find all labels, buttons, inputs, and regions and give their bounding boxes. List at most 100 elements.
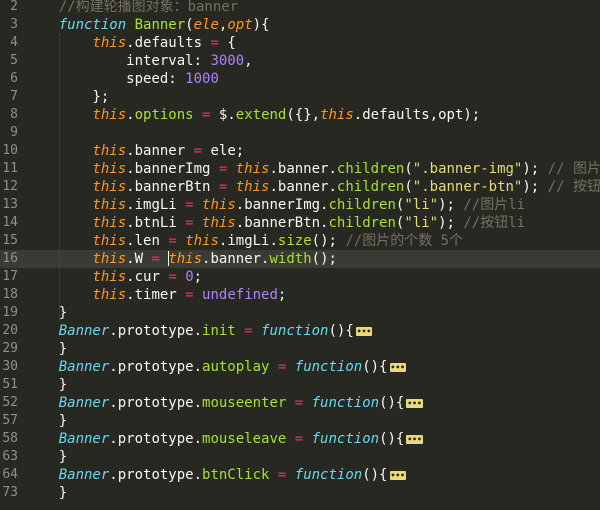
code-text: ); — [438, 197, 464, 213]
line-number: 58 — [2, 431, 18, 446]
code-line[interactable]: 2 //构建轮播图对象：banner — [0, 0, 600, 16]
line-number: 64 — [2, 467, 18, 482]
class-name: Banner — [58, 323, 110, 339]
code-content: } — [25, 376, 67, 394]
code-content: } — [25, 448, 67, 466]
fold-marker-icon[interactable]: ••• — [406, 398, 423, 408]
code-line[interactable]: 18 this.timer = undefined; — [0, 286, 600, 304]
code-line[interactable]: 7 }; — [0, 88, 600, 106]
line-number: 16 — [2, 251, 18, 266]
operator: = — [185, 287, 194, 303]
function-name: Banner — [134, 17, 186, 33]
function-name: init — [202, 323, 236, 339]
function-name: mouseenter — [202, 395, 287, 411]
code-line[interactable]: 20 Banner.prototype.init = function(){••… — [0, 322, 600, 340]
code-line[interactable]: 11 this.bannerImg = this.banner.children… — [0, 160, 600, 178]
line-number: 29 — [2, 341, 18, 356]
line-number: 11 — [2, 161, 18, 176]
fold-marker-icon[interactable]: ••• — [406, 434, 423, 444]
code-text: .W — [126, 251, 152, 267]
code-line[interactable]: 6 speed: 1000 — [0, 70, 600, 88]
code-line[interactable]: 30 Banner.prototype.autoplay = function(… — [0, 358, 600, 376]
code-line[interactable]: 13 this.imgLi = this.bannerImg.children(… — [0, 196, 600, 214]
line-number: 17 — [2, 269, 18, 284]
fold-marker-icon[interactable]: ••• — [355, 326, 373, 336]
function-name: autoplay — [202, 359, 270, 375]
code-line[interactable]: 17 this.cur = 0; — [0, 268, 600, 286]
code-text: .defaults — [126, 35, 211, 51]
code-line[interactable]: 73 } — [0, 484, 600, 502]
code-line[interactable]: 15 this.len = this.imgLi.size(); //图片的个数… — [0, 232, 600, 250]
this-keyword: this — [235, 179, 270, 195]
code-text: } — [25, 341, 68, 357]
code-line[interactable]: 57 } — [0, 412, 600, 430]
code-line[interactable]: 52 Banner.prototype.mouseenter = functio… — [0, 394, 600, 412]
this-keyword: this — [92, 197, 127, 213]
code-line[interactable]: 29 } — [0, 340, 600, 358]
code-line[interactable]: 14 this.btnLi = this.bannerBtn.children(… — [0, 214, 600, 232]
line-number: 2 — [10, 0, 18, 14]
code-content: this.cur = 0; — [25, 268, 202, 286]
this-keyword: this — [92, 179, 127, 195]
code-content: this.bannerImg = this.banner.children(".… — [25, 160, 600, 178]
number-literal: 3000 — [210, 53, 245, 69]
line-number: 9 — [10, 125, 18, 140]
code-line[interactable]: 4 this.defaults = { — [0, 34, 600, 52]
code-editor[interactable]: 2 //构建轮播图对象：banner 3 function Banner(ele,… — [0, 0, 600, 510]
code-line[interactable]: 9 — [0, 124, 600, 142]
this-keyword: this — [92, 35, 127, 51]
code-content: function Banner(ele,opt){ — [25, 16, 270, 34]
code-text: ( — [185, 17, 194, 33]
code-text: (){ — [362, 467, 388, 483]
code-text: (){ — [379, 431, 405, 447]
keyword-token: function — [294, 359, 363, 375]
code-text: } — [25, 377, 68, 393]
indent-guide — [59, 34, 60, 322]
number-literal: 1000 — [185, 71, 219, 87]
code-line[interactable]: 19 } — [0, 304, 600, 322]
line-number: 8 — [10, 107, 18, 122]
code-line[interactable]: 51 } — [0, 376, 600, 394]
comment-token: // 图片ul — [547, 161, 600, 177]
class-name: Banner — [58, 431, 110, 447]
code-text: .btnLi — [126, 215, 186, 231]
code-text: ){ — [252, 17, 270, 33]
code-line[interactable]: 12 this.bannerBtn = this.banner.children… — [0, 178, 600, 196]
code-line[interactable]: 64 Banner.prototype.btnClick = function(… — [0, 466, 600, 484]
code-content: } — [25, 304, 67, 322]
code-text: ( — [404, 161, 413, 177]
active-code-line[interactable]: 16 this.W = this.banner.width(); — [0, 250, 600, 268]
line-number: 6 — [10, 71, 18, 86]
string-literal: "li" — [404, 215, 439, 231]
code-text: .prototype. — [109, 467, 203, 483]
code-text: (); — [311, 233, 346, 249]
code-line[interactable]: 8 this.options = $.extend({},this.defaul… — [0, 106, 600, 124]
code-text: (){ — [379, 395, 405, 411]
operator: = — [168, 233, 177, 249]
this-keyword: this — [168, 251, 203, 267]
this-keyword: this — [92, 143, 127, 159]
code-text: } — [25, 413, 68, 429]
class-name: Banner — [58, 359, 110, 375]
code-content: Banner.prototype.mouseenter = function()… — [25, 394, 423, 412]
code-line[interactable]: 10 this.banner = ele; — [0, 142, 600, 160]
line-number: 14 — [2, 215, 18, 230]
keyword-token: function — [261, 323, 329, 339]
fold-marker-icon[interactable]: ••• — [389, 362, 406, 372]
code-line[interactable]: 58 Banner.prototype.mouseleave = functio… — [0, 430, 600, 448]
code-line[interactable]: 5 interval: 3000, — [0, 52, 600, 70]
code-line[interactable]: 63 } — [0, 448, 600, 466]
operator: = — [151, 251, 160, 267]
code-content: this.banner = ele; — [25, 142, 244, 160]
code-line[interactable]: 3 function Banner(ele,opt){ — [0, 16, 600, 34]
line-number: 4 — [10, 35, 18, 50]
fold-marker-icon[interactable]: ••• — [389, 470, 406, 480]
code-text: .prototype. — [109, 359, 203, 375]
